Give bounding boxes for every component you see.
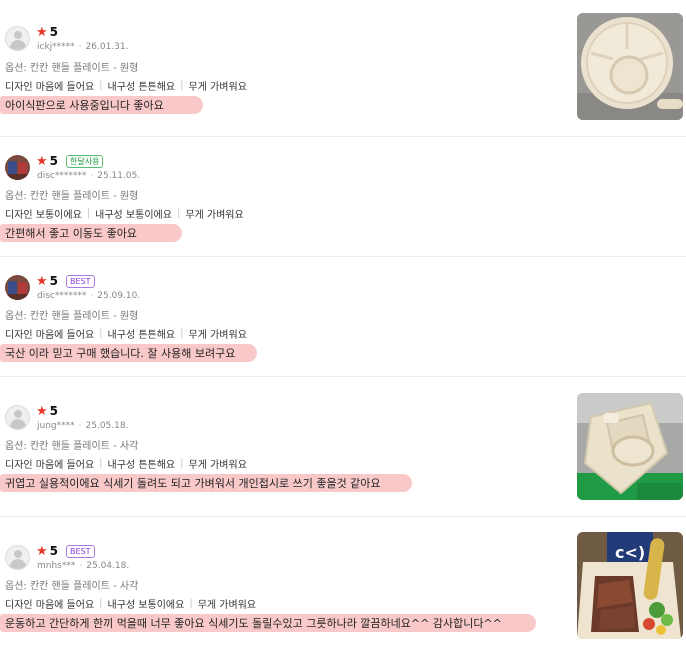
review-date: 25.04.18.: [86, 561, 130, 571]
default-avatar-icon: [5, 26, 30, 51]
tag-design: 디자인 마음에 들어요: [5, 82, 95, 93]
evaluation-tags: 디자인 마음에 들어요 | 내구성 보통이에요 | 무게 가벼워요: [5, 598, 257, 611]
review-date: 25.09.10.: [97, 291, 141, 301]
rating-score: 5: [49, 404, 59, 418]
tag-weight: 무게 가벼워요: [197, 600, 257, 611]
review-text: 귀엽고 실용적이에요 식세기 돌려도 되고 가벼워서 개인접시로 쓰기 좋을것 …: [5, 477, 381, 490]
tag-durability: 내구성 튼튼해요: [107, 460, 176, 471]
rating-score: 5: [49, 154, 59, 168]
tag-weight: 무게 가벼워요: [188, 330, 247, 341]
review-meta: ickj***** · 26.01.31.: [37, 42, 129, 52]
rating: ★ 5: [36, 404, 58, 418]
product-option: 옵션: 칸칸 핸들 플레이트 - 사각: [5, 581, 139, 592]
review-meta: disc******* · 25.11.05.: [37, 171, 141, 181]
tag-design: 디자인 보통이에요: [5, 210, 82, 221]
evaluation-tags: 디자인 마음에 들어요 | 내구성 튼튼해요 | 무게 가벼워요: [5, 458, 247, 471]
tag-durability: 내구성 보통이에요: [107, 600, 185, 611]
tag-durability: 내구성 튼튼해요: [107, 330, 176, 341]
username: ickj*****: [37, 42, 75, 52]
review-meta: jung**** · 25.05.18.: [37, 421, 129, 431]
round-plate-photo[interactable]: [577, 13, 683, 120]
review-text: 운동하고 간단하게 한끼 먹을때 너무 좋아요 식세기도 돌릴수있고 그릇하나라…: [5, 617, 502, 630]
tag-design: 디자인 마음에 들어요: [5, 330, 95, 341]
star-icon: ★: [36, 153, 48, 169]
svg-text:c<): c<): [615, 543, 645, 562]
product-option: 옵션: 칸칸 핸들 플레이트 - 원형: [5, 63, 139, 74]
review-meta: disc******* · 25.09.10.: [37, 291, 141, 301]
rating: ★ 5 한달사용: [36, 153, 104, 169]
tag-weight: 무게 가벼워요: [185, 210, 244, 221]
username: mnhs***: [37, 561, 76, 571]
food-plate-photo[interactable]: c<): [577, 532, 683, 639]
tag-design: 디자인 마음에 들어요: [5, 460, 95, 471]
tag-weight: 무게 가벼워요: [188, 460, 247, 471]
review-date: 25.11.05.: [97, 171, 141, 181]
rating: ★ 5 BEST: [36, 544, 95, 558]
review-text: 아이식판으로 사용중입니다 좋아요: [5, 99, 164, 112]
star-icon: ★: [36, 24, 48, 40]
default-avatar-icon: [5, 545, 30, 570]
evaluation-tags: 디자인 마음에 들어요 | 내구성 튼튼해요 | 무게 가벼워요: [5, 328, 247, 341]
product-option: 옵션: 칸칸 핸들 플레이트 - 사각: [5, 441, 139, 452]
usage-badge: 한달사용: [66, 154, 104, 168]
tag-durability: 내구성 보통이에요: [95, 210, 172, 221]
photo-avatar-icon: [5, 275, 30, 300]
review-text: 국산 이라 믿고 구매 했습니다. 잘 사용해 보려구요: [5, 347, 236, 360]
rating-score: 5: [49, 544, 59, 558]
review-text: 간편해서 좋고 이동도 좋아요: [5, 227, 137, 240]
evaluation-tags: 디자인 보통이에요 | 내구성 보통이에요 | 무게 가벼워요: [5, 208, 244, 221]
tag-durability: 내구성 튼튼해요: [107, 82, 176, 93]
photo-avatar-icon: [5, 155, 30, 180]
default-avatar-icon: [5, 405, 30, 430]
username: disc*******: [37, 291, 87, 301]
divider: [0, 516, 686, 517]
rating: ★ 5: [36, 25, 58, 39]
rating-score: 5: [49, 274, 59, 288]
tag-weight: 무게 가벼워요: [188, 82, 247, 93]
product-option: 옵션: 칸칸 핸들 플레이트 - 원형: [5, 311, 139, 322]
rating: ★ 5 BEST: [36, 274, 95, 288]
divider: [0, 256, 686, 257]
username: jung****: [37, 421, 75, 431]
divider: [0, 376, 686, 377]
username: disc*******: [37, 171, 87, 181]
star-icon: ★: [36, 543, 48, 559]
best-badge: BEST: [66, 274, 95, 288]
divider: [0, 136, 686, 137]
rating-score: 5: [49, 25, 59, 39]
product-option: 옵션: 칸칸 핸들 플레이트 - 원형: [5, 191, 139, 202]
star-icon: ★: [36, 403, 48, 419]
star-icon: ★: [36, 273, 48, 289]
review-meta: mnhs*** · 25.04.18.: [37, 561, 130, 571]
evaluation-tags: 디자인 마음에 들어요 | 내구성 튼튼해요 | 무게 가벼워요: [5, 80, 247, 93]
square-plate-photo[interactable]: [577, 393, 683, 500]
review-date: 25.05.18.: [85, 421, 129, 431]
best-badge: BEST: [66, 544, 95, 558]
tag-design: 디자인 마음에 들어요: [5, 600, 95, 611]
review-date: 26.01.31.: [85, 42, 129, 52]
